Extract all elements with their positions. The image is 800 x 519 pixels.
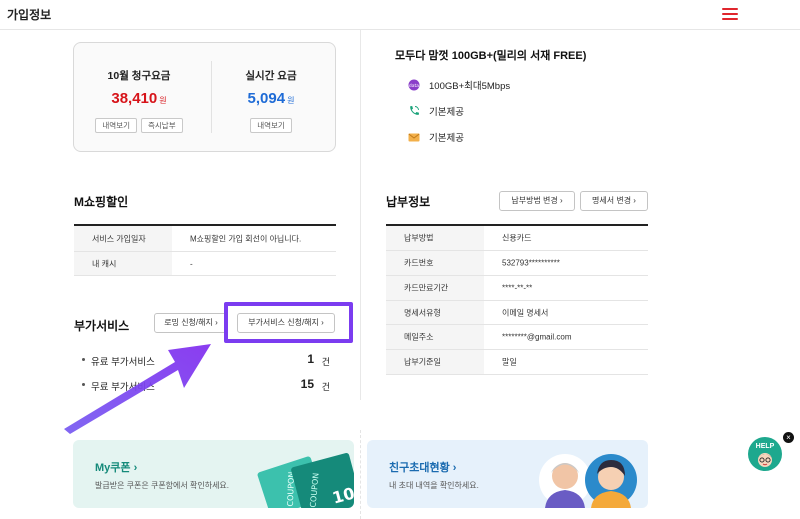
realtime-bill: 실시간 요금 5,094 원 내역보기 [206,43,336,151]
payment-title: 납부정보 [386,195,431,209]
plan-voice-row: 기본제공 [408,103,464,119]
data-icon: data [408,79,420,91]
monthly-bill-label: 10월 청구요금 [107,70,171,82]
monthly-bill-amount: 38,410 원 [111,90,167,107]
mshopping-table: 서비스 가입일자 M쇼핑할인 가입 회선이 아닙니다. 내 캐시 - [74,224,336,276]
billing-card: 10월 청구요금 38,410 원 내역보기 즉시납부 실시간 요금 5,094 원… [73,42,336,152]
column-divider [360,30,361,400]
table-row: 명세서유형 이메일 명세서 [386,301,648,325]
payment-table: 납부방법 신용카드 카드번호 532793********** 카드만료기간 *… [386,224,648,375]
table-row: 납부방법 신용카드 [386,226,648,251]
banner-divider [360,430,361,519]
top-bar: 가입정보 [0,0,800,30]
realtime-bill-label: 실시간 요금 [245,70,297,82]
plan-title: 모두다 맘껏 100GB+(밀리의 서재 FREE) [395,50,587,62]
monthly-bill: 10월 청구요금 38,410 원 내역보기 즉시납부 [74,43,204,151]
list-item[interactable]: 유료 부가서비스 1 건 [82,352,332,368]
pay-now-button[interactable]: 즉시납부 [141,118,183,133]
table-row: 서비스 가입일자 M쇼핑할인 가입 회선이 아닙니다. [74,226,336,252]
help-face-icon [758,453,772,467]
invite-banner-subtitle: 내 초대 내역을 확인하세요. [389,481,479,490]
addon-title: 부가서비스 [74,319,130,333]
table-row: 메일주소 ********@gmail.com [386,325,648,350]
svg-text:data: data [409,83,419,89]
plan-data-row: data 100GB+최대5Mbps [408,79,511,92]
table-row: 납부기준일 말일 [386,350,648,375]
coupon-banner[interactable]: My쿠폰 › 발급받은 쿠폰은 쿠폰함에서 확인하세요. COUPON COUP… [73,440,354,508]
message-icon [408,131,420,143]
friends-illustration-icon [539,454,637,508]
change-payment-method-button[interactable]: 납부방법 변경 › [499,191,575,211]
coupon-banner-title: My쿠폰 › [95,462,138,474]
help-button[interactable]: HELP [748,437,782,471]
phone-icon [408,105,420,117]
page-title: 가입정보 [7,8,52,22]
change-bill-type-button[interactable]: 명세서 변경 › [580,191,648,211]
invite-banner-title: 친구초대현황 › [389,462,457,474]
plan-sms-row: 기본제공 [408,129,464,145]
monthly-detail-button[interactable]: 내역보기 [95,118,137,133]
realtime-bill-amount: 5,094 원 [247,90,295,107]
table-row: 카드만료기간 ****-**-** [386,276,648,301]
invite-banner[interactable]: 친구초대현황 › 내 초대 내역을 확인하세요. [367,440,648,508]
mshopping-title: M쇼핑할인 [74,195,129,209]
list-item[interactable]: 무료 부가서비스 15 건 [82,377,332,393]
table-row: 카드번호 532793********** [386,251,648,276]
coupon-banner-subtitle: 발급받은 쿠폰은 쿠폰함에서 확인하세요. [95,481,230,490]
addon-subscribe-button[interactable]: 부가서비스 신청/해지 › [237,313,335,333]
menu-icon[interactable] [722,8,738,20]
realtime-detail-button[interactable]: 내역보기 [250,118,292,133]
close-icon[interactable]: × [783,432,794,443]
roaming-button[interactable]: 로밍 신청/해지 › [154,313,228,333]
table-row: 내 캐시 - [74,252,336,276]
coupon-illustration-icon: COUPON COUPON 10 [257,452,354,508]
